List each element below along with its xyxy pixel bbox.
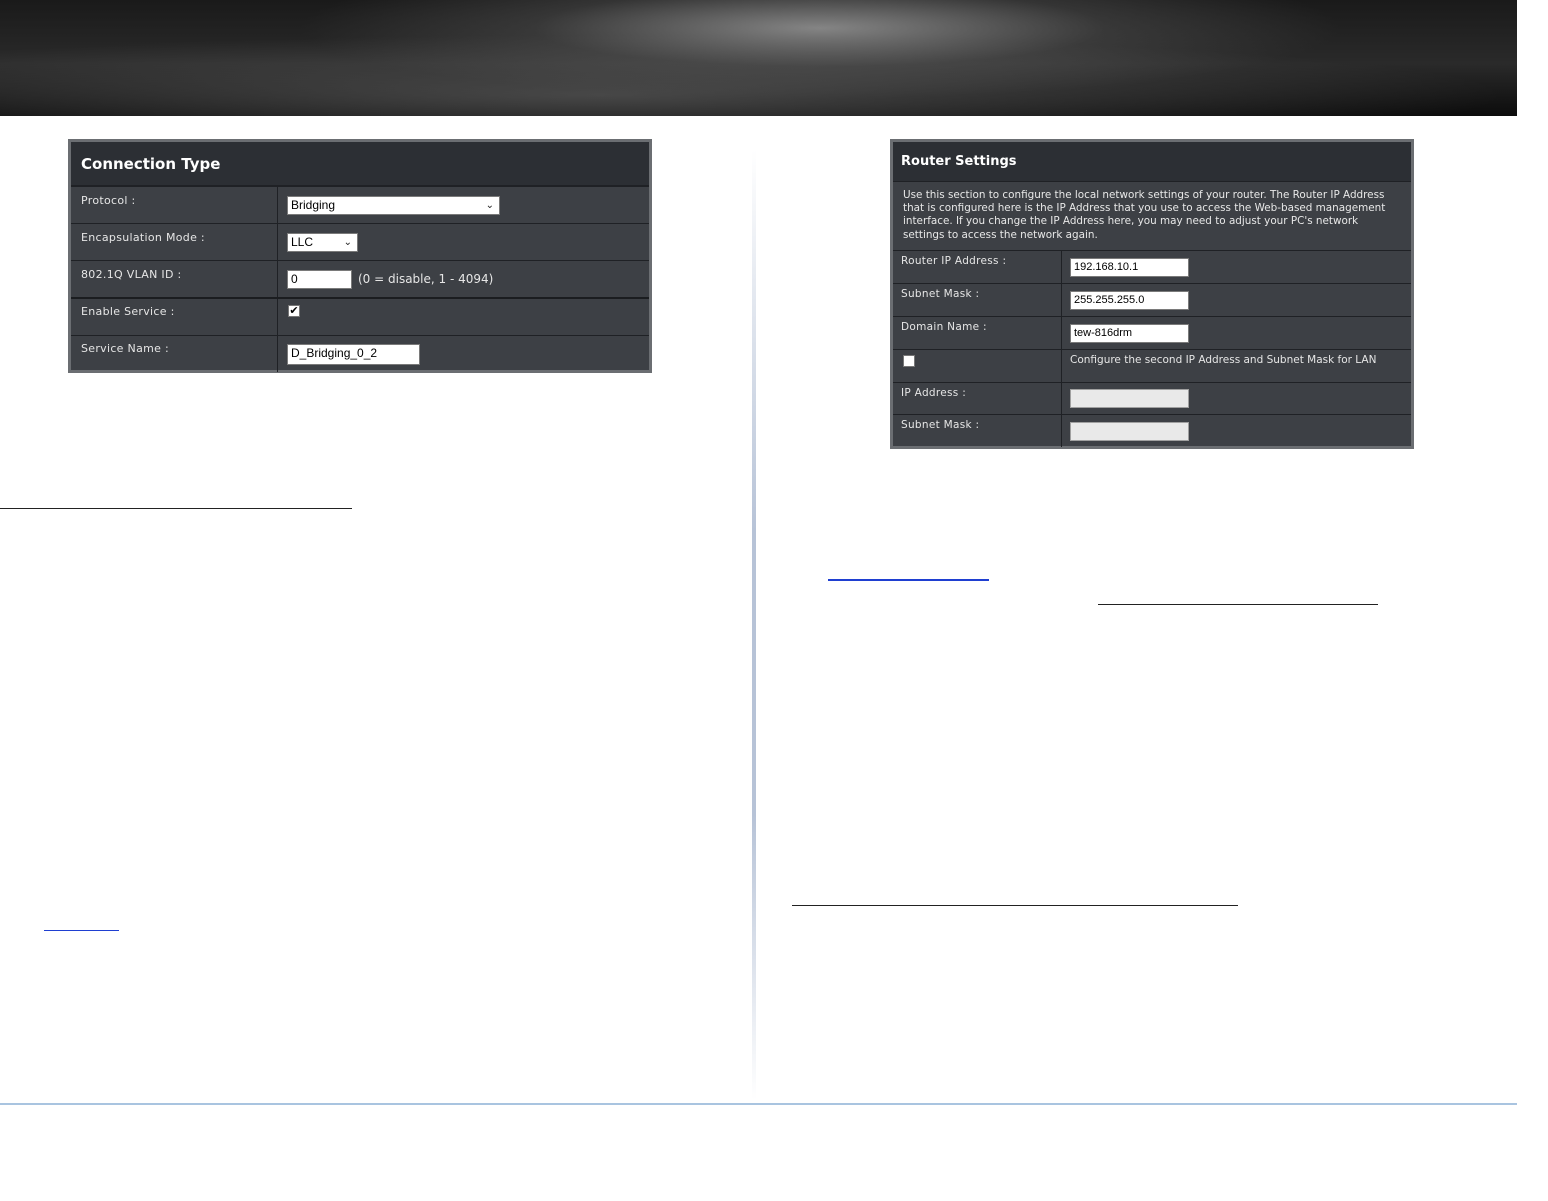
enable-service-row: Enable Service : ✔ xyxy=(71,297,649,335)
column-divider xyxy=(752,150,756,1100)
encapsulation-label: Encapsulation Mode : xyxy=(71,224,278,260)
router-settings-panel: Router Settings Use this section to conf… xyxy=(890,139,1414,449)
second-subnet-mask-input[interactable] xyxy=(1070,421,1189,441)
service-name-row: Service Name : D_Bridging_0_2 xyxy=(71,335,649,372)
domain-name-input[interactable]: tew-816drm xyxy=(1070,323,1189,343)
router-ip-input[interactable]: 192.168.10.1 xyxy=(1070,257,1189,277)
domain-name-label: Domain Name : xyxy=(893,317,1062,349)
protocol-select[interactable]: Bridging ⌄ xyxy=(287,195,500,215)
enable-service-checkbox[interactable]: ✔ xyxy=(288,305,300,317)
subnet-mask-input[interactable]: 255.255.255.0 xyxy=(1070,290,1189,310)
enable-service-label: Enable Service : xyxy=(71,299,278,335)
vlan-hint: (0 = disable, 1 - 4094) xyxy=(358,272,494,286)
panel-title: Connection Type xyxy=(71,142,649,186)
service-name-label: Service Name : xyxy=(71,336,278,372)
router-ip-row: Router IP Address : 192.168.10.1 xyxy=(893,250,1411,283)
panel-title: Router Settings xyxy=(893,142,1411,182)
section-underline xyxy=(1098,604,1378,605)
subnet-mask-label: Subnet Mask : xyxy=(893,284,1062,316)
connection-type-panel: Connection Type Protocol : Bridging ⌄ En… xyxy=(68,139,652,373)
encapsulation-select[interactable]: LLC ⌄ xyxy=(287,232,358,252)
checkmark-icon: ✔ xyxy=(289,304,299,317)
vlan-id-input[interactable]: 0 xyxy=(287,269,352,289)
ip-address-row: IP Address : xyxy=(893,382,1411,414)
section-underline xyxy=(792,905,1238,906)
link-underline[interactable] xyxy=(828,579,989,581)
domain-name-row: Domain Name : tew-816drm xyxy=(893,316,1411,349)
second-ip-text: Configure the second IP Address and Subn… xyxy=(1070,354,1377,366)
second-subnet-mask-label: Subnet Mask : xyxy=(893,415,1062,447)
ip-address-label: IP Address : xyxy=(893,383,1062,414)
service-name-input[interactable]: D_Bridging_0_2 xyxy=(287,343,420,365)
second-subnet-mask-row: Subnet Mask : xyxy=(893,414,1411,447)
chevron-down-icon: ⌄ xyxy=(343,236,352,248)
subnet-mask-row: Subnet Mask : 255.255.255.0 xyxy=(893,283,1411,316)
footer-divider xyxy=(0,1103,1517,1105)
header-banner xyxy=(0,0,1517,116)
protocol-label: Protocol : xyxy=(71,187,278,223)
second-ip-row: Configure the second IP Address and Subn… xyxy=(893,349,1411,382)
router-settings-description: Use this section to configure the local … xyxy=(903,189,1386,241)
router-ip-label: Router IP Address : xyxy=(893,251,1062,283)
vlan-row: 802.1Q VLAN ID : 0 (0 = disable, 1 - 409… xyxy=(71,260,649,297)
section-underline xyxy=(0,508,352,509)
vlan-label: 802.1Q VLAN ID : xyxy=(71,261,278,297)
encapsulation-row: Encapsulation Mode : LLC ⌄ xyxy=(71,223,649,260)
link-underline[interactable] xyxy=(44,930,119,931)
second-ip-checkbox[interactable] xyxy=(903,355,915,367)
chevron-down-icon: ⌄ xyxy=(485,199,494,211)
ip-address-input[interactable] xyxy=(1070,389,1189,408)
protocol-row: Protocol : Bridging ⌄ xyxy=(71,186,649,223)
